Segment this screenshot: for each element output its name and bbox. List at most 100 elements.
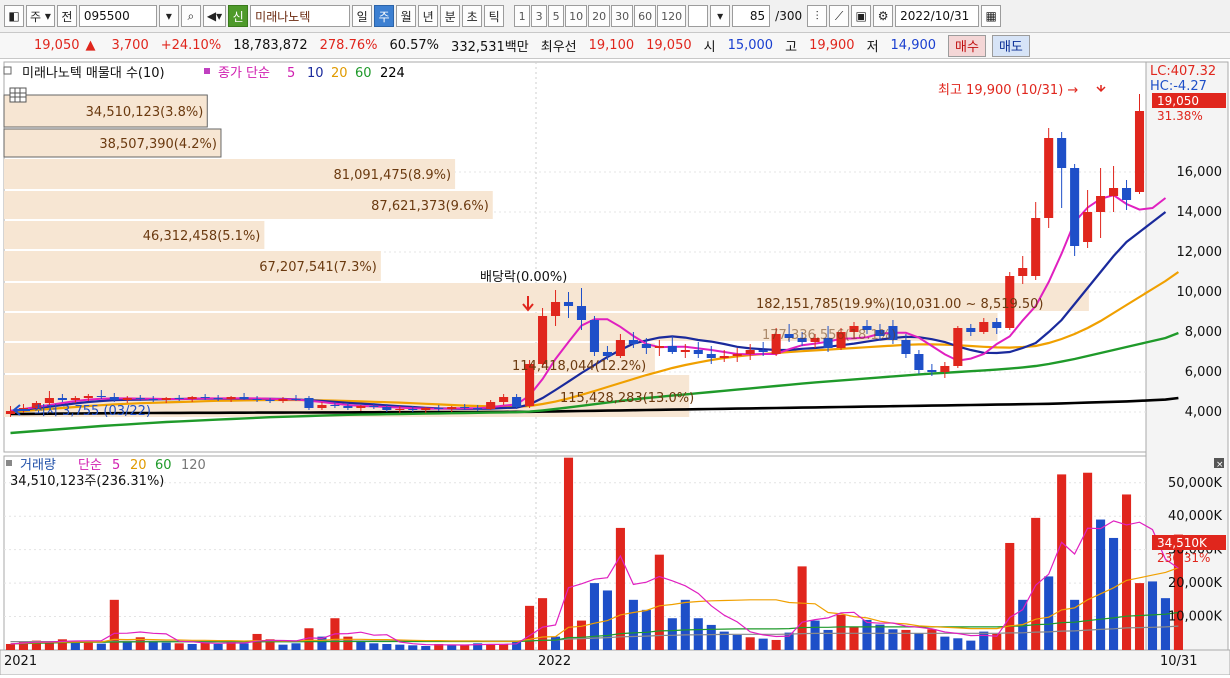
volume-bar: [927, 629, 937, 650]
candle-body: [1044, 138, 1054, 218]
minute-tab[interactable]: 60: [634, 5, 657, 27]
calendar-icon[interactable]: ▦: [981, 5, 1002, 27]
x-label-current: 10/31: [1160, 654, 1197, 669]
high-marker-icon: [1096, 85, 1106, 93]
candle-body: [213, 398, 223, 399]
price-pct-label: 31.38%: [1157, 109, 1203, 123]
volume-bar: [1109, 537, 1119, 650]
price-tick-label: 12,000: [1177, 245, 1223, 260]
candle-body: [1121, 188, 1132, 200]
minute-tab[interactable]: 5: [548, 5, 565, 27]
minute-tab[interactable]: 30: [611, 5, 634, 27]
candle-body: [992, 322, 1002, 328]
volume-profile-label: 81,091,475(8.9%): [333, 168, 451, 183]
period-tab[interactable]: 초: [462, 5, 483, 27]
candle-body: [265, 400, 275, 401]
search-icon[interactable]: ⌕: [180, 5, 201, 27]
candle-body: [667, 346, 677, 352]
band-label-2: 114,418,044(12.2%): [512, 359, 646, 374]
new-badge: 신: [228, 5, 249, 27]
candle-body: [1070, 168, 1080, 246]
candle-settings-icon[interactable]: ⫶: [807, 5, 828, 27]
minute-tab[interactable]: 1: [514, 5, 531, 27]
ma-legend-60: 60: [355, 66, 372, 81]
volume-bar: [1005, 542, 1015, 650]
save-icon[interactable]: ▣: [851, 5, 872, 27]
price-tick-label: 10,000: [1177, 285, 1223, 300]
volume-bar: [96, 643, 106, 650]
gear-icon[interactable]: ⚙: [873, 5, 894, 27]
date-input[interactable]: 2022/10/31: [895, 5, 980, 27]
minute-tab[interactable]: 120: [657, 5, 687, 27]
candle-body: [395, 409, 405, 410]
jeon-button[interactable]: 전: [56, 5, 77, 27]
volume-profile-label: 67,207,541(7.3%): [259, 260, 377, 275]
sell-button[interactable]: 매도: [991, 34, 1030, 57]
candle-body: [486, 402, 496, 409]
price-tick-label: 6,000: [1185, 365, 1222, 380]
candle-body: [148, 399, 158, 400]
volume-tick-label: 40,000K: [1168, 509, 1222, 524]
volume-bar: [356, 641, 366, 650]
candle-body: [83, 396, 93, 398]
candle-body: [330, 405, 340, 406]
ma-legend-icon: [204, 68, 210, 74]
minute-tab[interactable]: 3: [531, 5, 548, 27]
period-tab[interactable]: 일: [352, 5, 373, 27]
volume-bar: [563, 457, 574, 650]
minute-dropdown-icon[interactable]: ▾: [710, 5, 731, 27]
candle-body: [57, 398, 67, 400]
volume-bar: [745, 637, 755, 650]
minute-custom-input[interactable]: [688, 5, 709, 27]
count-input[interactable]: 85: [732, 5, 771, 27]
volume-bar: [395, 644, 405, 650]
low-price: 14,900: [890, 38, 937, 53]
range-info-label: 182,151,785(19.9%)(10,031.00 ~ 8,519.50): [756, 297, 1044, 312]
candle-body: [70, 398, 80, 400]
speaker-icon[interactable]: ◀▾: [202, 5, 227, 27]
mode-select[interactable]: 주 ▾: [26, 5, 55, 27]
line-tool-icon[interactable]: ⟋: [829, 5, 850, 27]
period-tab[interactable]: 주: [374, 5, 395, 27]
high-annotation: 최고 19,900 (10/31) →: [938, 83, 1078, 98]
volume-profile-label: 46,312,458(5.1%): [143, 229, 261, 244]
minute-tab[interactable]: 20: [588, 5, 611, 27]
volume-bar: [486, 644, 496, 650]
volume-tick-label: 50,000K: [1168, 476, 1222, 491]
volume-bars: [5, 457, 1183, 650]
minute-tab[interactable]: 10: [565, 5, 588, 27]
price-tick-label: 16,000: [1177, 165, 1223, 180]
volume-bar: [732, 634, 742, 650]
vol-legend-120: 120: [181, 458, 206, 473]
dividend-annotation: 배당락(0.00%): [480, 270, 567, 285]
candle-body: [1031, 218, 1041, 276]
candle-body: [174, 398, 184, 399]
volume-bar: [1147, 581, 1158, 650]
candle-body: [161, 398, 171, 400]
period-tab[interactable]: 년: [418, 5, 439, 27]
candle-body: [96, 396, 106, 397]
volume-bar: [187, 643, 197, 650]
volume-bar: [200, 642, 210, 650]
volume-bar: [460, 645, 470, 650]
high-label: 고: [785, 40, 798, 55]
volume-bar: [797, 566, 807, 650]
buy-button[interactable]: 매수: [948, 34, 986, 57]
period-tab[interactable]: 월: [396, 5, 417, 27]
table-icon[interactable]: [9, 87, 27, 103]
volume-bar: [849, 626, 859, 650]
period-tab[interactable]: 틱: [484, 5, 505, 27]
price-change-pct: +24.10%: [160, 38, 222, 53]
period-tab[interactable]: 분: [440, 5, 461, 27]
volume-toggle-icon[interactable]: [6, 460, 12, 466]
volume-profile-label: 34,510,123(3.8%): [86, 105, 204, 120]
stock-code-input[interactable]: 095500: [78, 5, 157, 27]
panel-toggle-icon[interactable]: [3, 66, 12, 75]
candle-body: [706, 354, 716, 358]
candle-body: [641, 344, 651, 348]
price-volume-chart[interactable]: 34,510,123(3.8%) 38,507,390(4.2%) 81,091,4…: [0, 60, 1230, 676]
open-label: 시: [703, 40, 716, 55]
window-menu-icon[interactable]: ◧: [4, 5, 24, 27]
volume-bar: [680, 599, 690, 650]
code-dropdown-icon[interactable]: ▾: [158, 5, 179, 27]
